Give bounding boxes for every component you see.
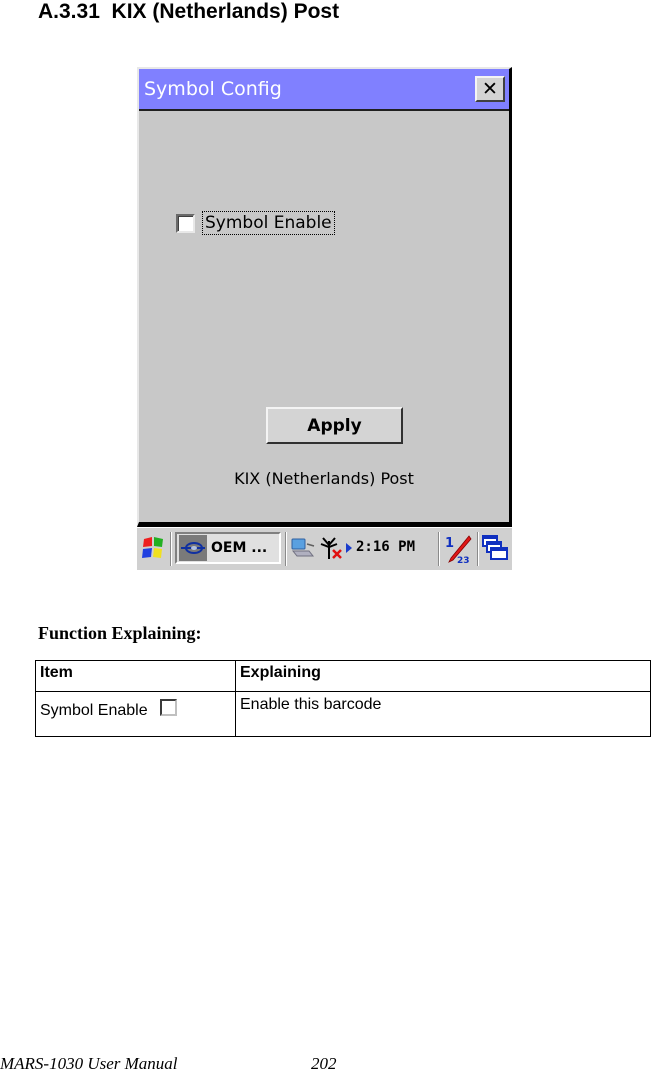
input-panel-icon[interactable]: 1 23 (443, 533, 473, 565)
header-item: Item (35, 660, 236, 692)
taskbar-separator (477, 532, 479, 566)
close-button[interactable]: ✕ (475, 76, 505, 102)
cell-item: Symbol Enable (35, 691, 236, 737)
antenna-disconnected-icon[interactable] (319, 535, 345, 561)
symbol-enable-checkbox[interactable] (176, 213, 195, 233)
function-explaining-heading: Function Explaining: (38, 623, 202, 643)
function-table: Item Explaining Symbol Enable Enable thi… (35, 660, 651, 737)
taskbar-separator (285, 532, 287, 566)
network-connection-icon[interactable] (289, 536, 315, 560)
svg-text:23: 23 (457, 556, 470, 565)
close-icon: ✕ (482, 78, 498, 100)
cell-explaining: Enable this barcode (235, 691, 651, 737)
symbol-name-label: KIX (Netherlands) Post (234, 469, 414, 488)
table-row: Symbol Enable Enable this barcode (35, 691, 651, 737)
title-bar: Symbol Config ✕ (139, 69, 509, 111)
checkbox-icon (159, 698, 177, 716)
symbol-enable-row: Symbol Enable (176, 211, 335, 235)
task-button-label: OEM ... (211, 540, 268, 556)
taskbar-separator (438, 532, 440, 566)
task-button-oem[interactable]: OEM ... (175, 532, 281, 564)
item-label: Symbol Enable (40, 702, 148, 719)
window-title: Symbol Config (144, 78, 282, 100)
switch-windows-icon[interactable] (481, 534, 509, 562)
taskbar: OEM ... 2:16 PM 1 23 (137, 527, 512, 570)
apply-button[interactable]: Apply (266, 407, 403, 444)
svg-text:1: 1 (445, 536, 454, 551)
windows-flag-icon[interactable] (141, 535, 167, 561)
clock[interactable]: 2:16 PM (356, 539, 415, 555)
symbol-config-window: Symbol Config ✕ Symbol Enable Apply KIX … (137, 67, 512, 527)
footer-page-number: 202 (311, 1054, 337, 1073)
tray-expand-arrow-icon[interactable] (346, 543, 352, 553)
table-header-row: Item Explaining (35, 660, 651, 692)
taskbar-separator (170, 532, 172, 566)
footer-manual-title: MARS-1030 User Manual (0, 1054, 178, 1073)
device-screenshot: Symbol Config ✕ Symbol Enable Apply KIX … (137, 67, 512, 570)
symbol-enable-label[interactable]: Symbol Enable (202, 211, 335, 235)
section-title: A.3.31 KIX (Netherlands) Post (38, 0, 340, 23)
header-explaining: Explaining (235, 660, 651, 692)
oem-config-icon (179, 535, 207, 561)
